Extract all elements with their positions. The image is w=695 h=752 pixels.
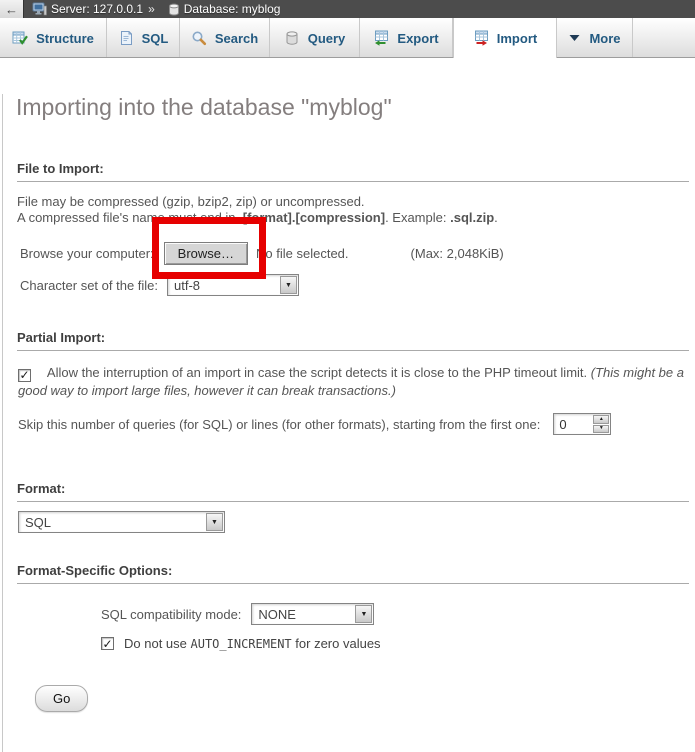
auto-increment-code: AUTO_INCREMENT <box>191 637 292 651</box>
tab-more[interactable]: More <box>557 18 633 58</box>
compression-info-line: File may be compressed (gzip, bzip2, zip… <box>17 194 695 210</box>
filename-format-prefix: A compressed file's name must end in <box>17 210 236 225</box>
format-specific-heading: Format-Specific Options: <box>17 563 689 584</box>
partial-import-heading: Partial Import: <box>17 330 689 351</box>
breadcrumb-database[interactable]: Database: myblog <box>184 2 281 16</box>
auto-increment-suffix: for zero values <box>295 636 380 651</box>
export-icon <box>373 30 389 46</box>
auto-increment-text: Do not use AUTO_INCREMENT for zero value… <box>124 636 381 651</box>
skip-queries-input[interactable]: 0 ▲ ▼ <box>553 413 611 435</box>
allow-interruption-row: ✓ Allow the interruption of an import in… <box>18 364 689 400</box>
allow-interruption-text: Allow the interruption of an import in c… <box>47 365 587 380</box>
dropdown-arrow-icon[interactable]: ▼ <box>355 605 372 623</box>
auto-increment-row: ✓ Do not use AUTO_INCREMENT for zero val… <box>101 636 695 651</box>
browse-label: Browse your computer: <box>20 246 154 261</box>
filename-format-pattern: .[format].[compression] <box>239 210 385 225</box>
dropdown-arrow-icon[interactable]: ▼ <box>280 276 297 294</box>
breadcrumb-bar: ← Server: 127.0.0.1 » Database: myblog <box>0 0 695 18</box>
back-arrow-button[interactable]: ← <box>0 0 24 18</box>
database-icon <box>168 3 180 16</box>
dropdown-arrow-icon[interactable]: ▼ <box>206 513 223 531</box>
spinner-down-icon[interactable]: ▼ <box>593 425 609 434</box>
query-icon <box>284 30 300 46</box>
tab-label: SQL <box>142 31 169 46</box>
tab-label: Search <box>215 31 258 46</box>
import-icon <box>473 30 489 46</box>
sql-icon <box>118 30 134 46</box>
breadcrumb-server[interactable]: Server: 127.0.0.1 <box>51 2 143 16</box>
main-content: Importing into the database "myblog" Fil… <box>2 94 695 752</box>
breadcrumb-separator: » <box>148 2 155 16</box>
filename-format-line: A compressed file's name must end in .[f… <box>17 210 695 226</box>
tab-export[interactable]: Export <box>360 18 453 58</box>
allow-interruption-checkbox[interactable]: ✓ <box>18 369 31 382</box>
search-icon <box>191 30 207 46</box>
sql-compat-label: SQL compatibility mode: <box>101 607 241 622</box>
format-select-value: SQL <box>20 513 206 531</box>
no-file-selected-text: No file selected. <box>256 246 349 261</box>
filename-format-example: .sql.zip <box>450 210 494 225</box>
tab-sql[interactable]: SQL <box>107 18 180 58</box>
auto-increment-prefix: Do not use <box>124 636 187 651</box>
tab-bar: Structure SQL Search Query <box>0 18 695 58</box>
auto-increment-checkbox[interactable]: ✓ <box>101 637 114 650</box>
format-heading: Format: <box>17 481 689 502</box>
page-title: Importing into the database "myblog" <box>16 94 695 121</box>
charset-select-value: utf-8 <box>169 276 280 294</box>
tab-label: More <box>589 31 620 46</box>
filename-format-end: . <box>494 210 498 225</box>
go-button[interactable]: Go <box>35 685 88 712</box>
skip-queries-value[interactable]: 0 <box>555 415 593 433</box>
format-select[interactable]: SQL ▼ <box>18 511 225 533</box>
tab-label: Query <box>308 31 346 46</box>
structure-icon <box>12 30 28 46</box>
back-arrow-icon: ← <box>5 3 18 16</box>
skip-queries-label: Skip this number of queries (for SQL) or… <box>18 417 540 432</box>
skip-queries-row: Skip this number of queries (for SQL) or… <box>18 413 695 435</box>
tab-label: Export <box>397 31 438 46</box>
tab-search[interactable]: Search <box>180 18 270 58</box>
sql-compat-row: SQL compatibility mode: NONE ▼ <box>101 603 695 625</box>
chevron-down-icon <box>568 33 581 43</box>
charset-label: Character set of the file: <box>20 278 158 293</box>
sql-compat-select[interactable]: NONE ▼ <box>251 603 374 625</box>
tab-import[interactable]: Import <box>453 18 557 58</box>
spinner-buttons: ▲ ▼ <box>593 415 609 433</box>
max-upload-size: (Max: 2,048KiB) <box>411 246 504 261</box>
browse-button[interactable]: Browse… <box>164 242 248 265</box>
server-icon <box>32 2 47 16</box>
charset-select[interactable]: utf-8 ▼ <box>167 274 299 296</box>
spinner-up-icon[interactable]: ▲ <box>593 415 609 424</box>
charset-row: Character set of the file: utf-8 ▼ <box>20 274 695 296</box>
file-info-text: File may be compressed (gzip, bzip2, zip… <box>17 194 695 226</box>
sql-compat-value: NONE <box>253 605 355 623</box>
tab-label: Import <box>497 31 537 46</box>
browse-row: Browse your computer: Browse… No file se… <box>20 242 695 265</box>
filename-format-mid: . Example: <box>385 210 446 225</box>
tab-query[interactable]: Query <box>270 18 360 58</box>
tab-label: Structure <box>36 31 94 46</box>
tab-structure[interactable]: Structure <box>0 18 107 58</box>
file-to-import-heading: File to Import: <box>17 161 689 182</box>
